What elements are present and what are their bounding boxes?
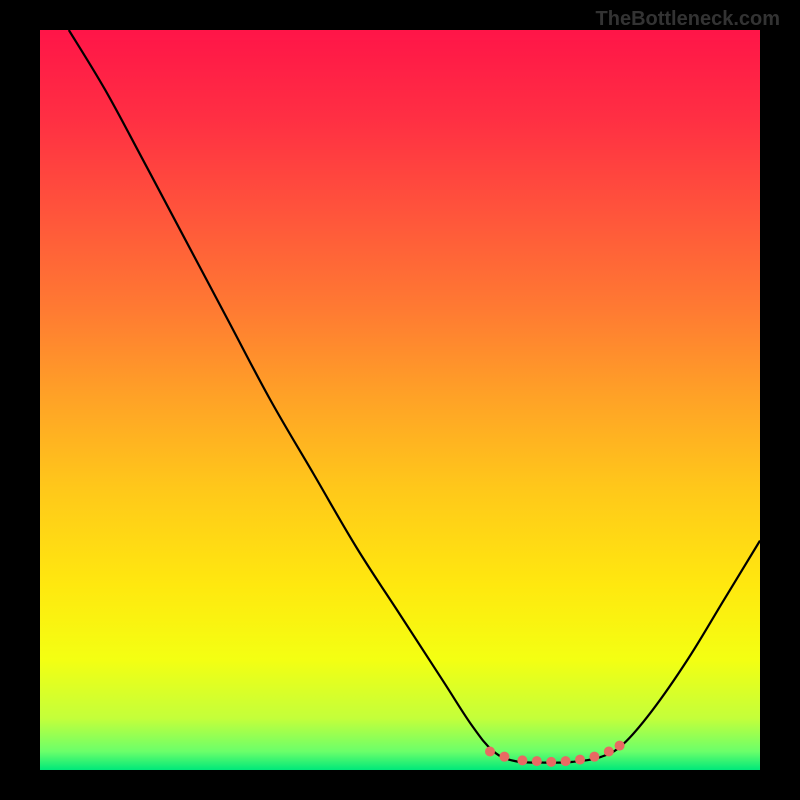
gradient-background <box>40 30 760 770</box>
optimal-dot <box>604 747 614 757</box>
watermark-text: TheBottleneck.com <box>596 8 780 31</box>
optimal-dot <box>546 757 556 767</box>
chart-svg <box>40 30 760 770</box>
optimal-dot <box>499 752 509 762</box>
optimal-dot <box>485 747 495 757</box>
chart-container: TheBottleneck.com <box>0 0 800 800</box>
optimal-dot <box>517 755 527 765</box>
optimal-dot <box>532 756 542 766</box>
optimal-dot <box>561 756 571 766</box>
optimal-dot <box>589 752 599 762</box>
plot-area <box>40 30 760 770</box>
optimal-dot <box>575 755 585 765</box>
optimal-dot <box>615 741 625 751</box>
